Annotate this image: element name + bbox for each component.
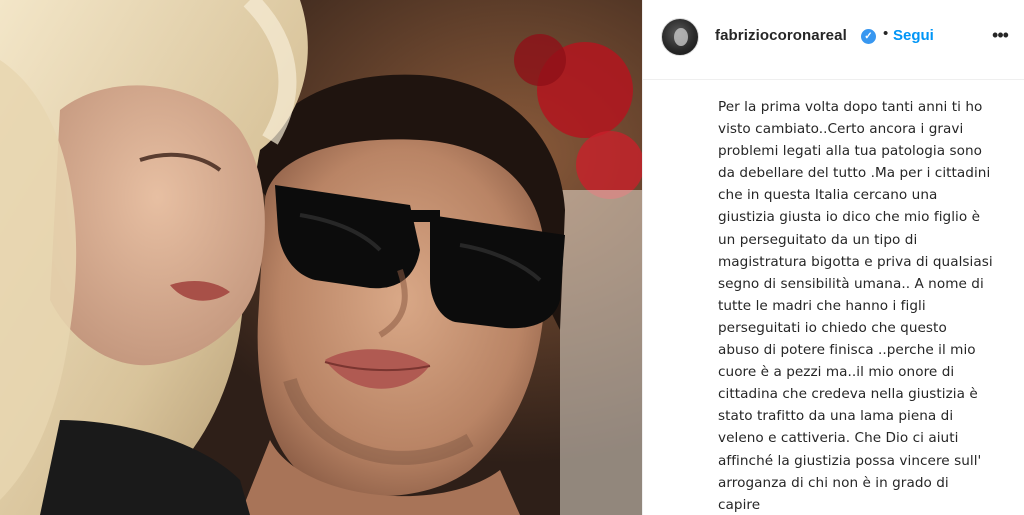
caption-line: magistratura bigotta e priva di qualsias… (718, 253, 993, 270)
caption-line: problemi legati alla tua patologia sono (718, 143, 983, 160)
caption-line: giustizia giusta io dico che mio figlio … (718, 209, 981, 226)
post-photo-illustration (0, 0, 642, 515)
caption-line: cittadina che credeva nella giustizia è (718, 386, 978, 403)
post-side-panel: fabriziocoronareal ✓ • Segui ••• Per la … (643, 0, 1024, 515)
caption-line: abuso di potere finisca ..perche il mio (718, 342, 976, 359)
caption-line: segno di sensibilità umana.. A nome di (718, 275, 984, 292)
caption-line: Per la prima volta dopo tanti anni ti ho (718, 99, 983, 115)
username-link[interactable]: fabriziocoronareal (715, 27, 847, 44)
caption-line: capire (718, 496, 761, 513)
caption-line: visto cambiato..Certo ancora i gravi (718, 121, 964, 138)
post-caption: Per la prima volta dopo tanti anni ti ho… (718, 96, 1016, 515)
caption-line: cuore è a pezzi ma..il mio onore di (718, 364, 955, 381)
caption-line: che in questa Italia cercano una (718, 187, 938, 204)
avatar[interactable] (661, 18, 699, 56)
caption-line: perseguitati io chiedo che questo (718, 319, 947, 336)
caption-line: da debellare del tutto .Ma per i cittadi… (718, 165, 991, 182)
caption-line: affinché la giustizia possa vincere sull… (718, 452, 982, 469)
post-header: fabriziocoronareal ✓ • Segui ••• (643, 0, 1024, 80)
more-options-icon[interactable]: ••• (987, 22, 1013, 48)
follow-button[interactable]: Segui (893, 27, 934, 44)
verified-badge-icon: ✓ (861, 29, 876, 44)
caption-line: tutte le madri che hanno i figli (718, 297, 926, 314)
caption-line: veleno e cattiveria. Che Dio ci aiuti (718, 430, 959, 447)
header-separator: • (883, 25, 889, 42)
caption-line: stato trafitto da una lama piena di (718, 408, 954, 425)
post-photo[interactable] (0, 0, 642, 515)
caption-line: arroganza di chi non è in grado di (718, 474, 949, 491)
caption-line: un perseguitato da un tipo di (718, 231, 918, 248)
